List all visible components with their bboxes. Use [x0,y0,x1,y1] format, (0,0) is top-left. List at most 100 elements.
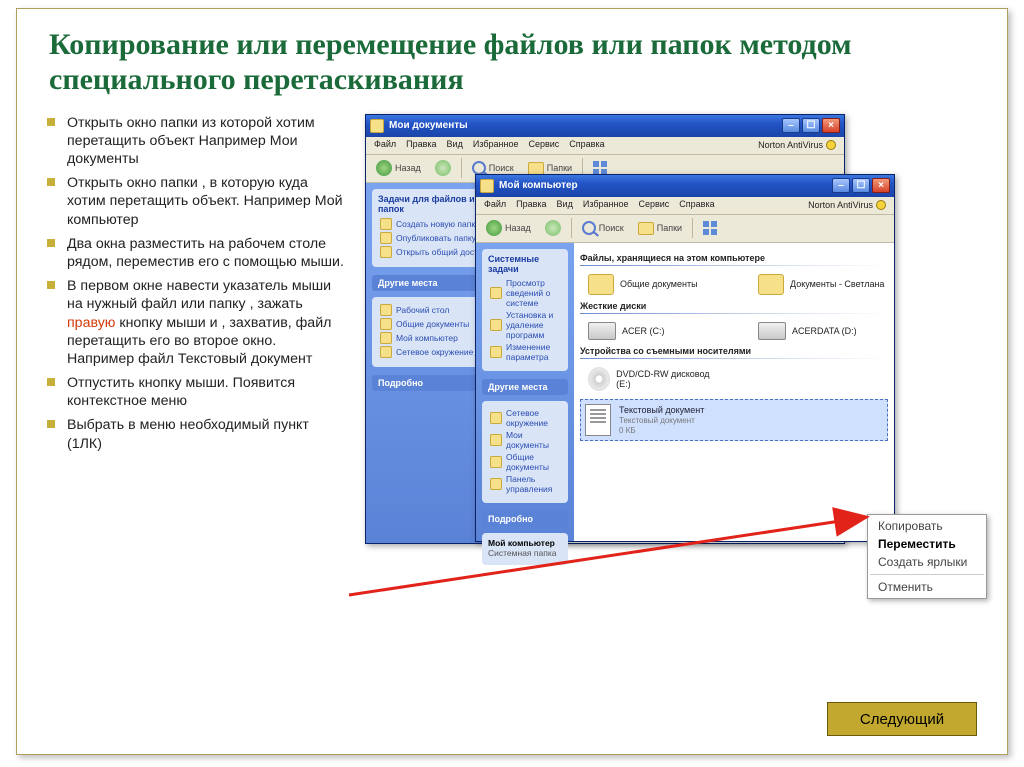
window-title: Мои документы [389,120,468,131]
slide-title: Копирование или перемещение файлов или п… [17,9,1007,104]
forward-button[interactable] [541,219,565,237]
details-group: Мой компьютер Системная папка [482,533,568,565]
menu-copy[interactable]: Копировать [868,517,986,535]
section-removable: Устройства со съемными носителями [580,346,888,356]
menu-item[interactable]: Вид [557,199,573,212]
separator [461,158,462,178]
group-header: Системные задачи [488,254,562,274]
back-button[interactable]: Назад [372,159,425,177]
file-name: Текстовый документ [619,405,704,415]
menu-separator [870,574,984,575]
toolbar: Назад Поиск Папки [476,215,894,243]
place-link[interactable]: Общие документы [490,452,562,472]
titlebar[interactable]: Мой компьютер – ☐ × [476,175,894,197]
places-group: Сетевое окружение Мои документы Общие до… [482,401,568,503]
details-header: Подробно [482,511,568,527]
folder-view[interactable]: Файлы, хранящиеся на этом компьютере Общ… [574,243,894,541]
forward-icon [435,160,451,176]
close-button[interactable]: × [822,118,840,133]
bullet-item: Два окна разместить на рабочем столе ряд… [45,235,345,271]
menu-item[interactable]: Избранное [473,139,519,152]
task-link[interactable]: Установка и удаление программ [490,310,562,340]
folder-icon [370,119,384,133]
section-drives: Жесткие диски [580,301,888,311]
places-header: Другие места [482,379,568,395]
task-link[interactable]: Просмотр сведений о системе [490,278,562,308]
place-link[interactable]: Мои документы [490,430,562,450]
bullet-item: В первом окне навести указатель мыши на … [45,277,345,368]
tasks-group: Системные задачи Просмотр сведений о сис… [482,249,568,371]
window-title: Мой компьютер [499,180,578,191]
antivirus-indicator: Norton AntiVirus [758,139,836,152]
search-button[interactable]: Поиск [578,220,628,236]
details-line: Мой компьютер [488,538,562,548]
back-button[interactable]: Назад [482,219,535,237]
bullet-item: Выбрать в меню необходимый пункт (1ЛК) [45,416,345,452]
back-icon [376,160,392,176]
file-size: 0 КБ [619,426,704,435]
menu-item[interactable]: Сервис [638,199,669,212]
task-link[interactable]: Изменение параметра [490,342,562,362]
search-icon [582,221,596,235]
status-dot-icon [826,140,836,150]
forward-button[interactable] [431,159,455,177]
menu-bar: Файл Правка Вид Избранное Сервис Справка… [366,137,844,155]
menu-item[interactable]: Файл [374,139,396,152]
next-label: Следующий [860,711,944,728]
highlight: правую [67,315,115,331]
bullet-item: Открыть окно папки из которой хотим пере… [45,114,345,169]
side-panel: Системные задачи Просмотр сведений о сис… [476,243,574,541]
selected-drag-item[interactable]: Текстовый документ Текстовый документ 0 … [580,399,888,441]
computer-icon [480,179,494,193]
removable-item[interactable]: DVD/CD-RW дисковод (E:) [588,367,718,391]
drive-item[interactable]: ACERDATA (D:) [758,322,888,340]
menu-cancel[interactable]: Отменить [868,578,986,596]
menu-bar: Файл Правка Вид Избранное Сервис Справка… [476,197,894,215]
menu-item[interactable]: Вид [447,139,463,152]
folders-button[interactable]: Папки [634,221,686,236]
separator [571,218,572,238]
minimize-button[interactable]: – [782,118,800,133]
bullet-list: Открыть окно папки из которой хотим пере… [45,114,345,594]
back-icon [486,220,502,236]
place-link[interactable]: Сетевое окружение [490,408,562,428]
folder-icon [638,222,654,235]
menu-item[interactable]: Справка [679,199,714,212]
status-dot-icon [876,200,886,210]
menu-item[interactable]: Правка [516,199,546,212]
menu-item[interactable]: Справка [569,139,604,152]
drive-item[interactable]: ACER (C:) [588,322,718,340]
menu-move[interactable]: Переместить [868,535,986,553]
bullet-item: Отпустить кнопку мыши. Появится контекст… [45,374,345,410]
context-menu: Копировать Переместить Создать ярлыки От… [867,514,987,599]
window-my-computer: Мой компьютер – ☐ × Файл Правка Вид Избр… [475,174,895,542]
section-stored: Файлы, хранящиеся на этом компьютере [580,253,888,263]
menu-item[interactable]: Избранное [583,199,629,212]
menu-item[interactable]: Файл [484,199,506,212]
menu-shortcut[interactable]: Создать ярлыки [868,553,986,571]
titlebar[interactable]: Мои документы – ☐ × [366,115,844,137]
bullet-item: Открыть окно папки , в которую куда хоти… [45,174,345,229]
details-line: Системная папка [488,548,562,558]
close-button[interactable]: × [872,178,890,193]
folder-icon [588,274,614,295]
drive-row: ACER (C:) ACERDATA (D:) [580,322,888,340]
place-link[interactable]: Панель управления [490,474,562,494]
grid-icon [703,221,717,235]
divider [580,313,888,314]
folder-item[interactable]: Документы - Светлана [758,274,888,295]
menu-item[interactable]: Правка [406,139,436,152]
divider [580,265,888,266]
window-content: Системные задачи Просмотр сведений о сис… [476,243,894,541]
menu-item[interactable]: Сервис [528,139,559,152]
folder-icon [758,274,784,295]
maximize-button[interactable]: ☐ [852,178,870,193]
minimize-button[interactable]: – [832,178,850,193]
folder-item[interactable]: Общие документы [588,274,718,295]
removable-row: DVD/CD-RW дисковод (E:) [580,367,888,391]
views-button[interactable] [699,220,721,236]
slide-body: Открыть окно папки из которой хотим пере… [17,104,1007,594]
drive-icon [588,322,616,340]
maximize-button[interactable]: ☐ [802,118,820,133]
next-button[interactable]: Следующий [827,702,977,736]
